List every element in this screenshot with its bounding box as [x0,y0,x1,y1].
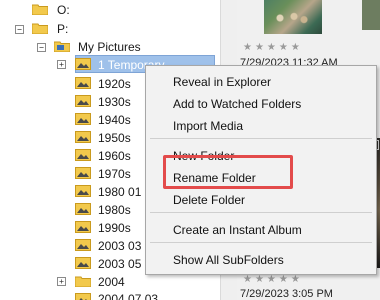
image-folder-icon [75,58,91,70]
tree-item-folder[interactable]: 1990s [98,221,131,235]
image-folder-icon [75,95,91,107]
image-folder-icon [75,239,91,251]
collapse-icon[interactable]: − [37,43,46,52]
tree-item-folder[interactable]: 1930s [98,95,131,109]
collapse-icon[interactable]: − [15,25,24,34]
folder-icon [32,3,48,15]
photo-date: 7/29/2023 3:05 PM [240,288,333,300]
menu-separator [150,242,372,243]
pictures-folder-icon [54,40,70,52]
image-folder-icon [75,167,91,179]
context-menu: Reveal in Explorer Add to Watched Folder… [145,65,377,275]
tree-item-folder[interactable]: 1940s [98,113,131,127]
menu-separator [150,212,372,213]
image-folder-icon [75,77,91,89]
tree-item-folder[interactable]: 1970s [98,167,131,181]
image-folder-icon [75,113,91,125]
menu-item-delete-folder[interactable]: Delete Folder [173,193,245,207]
menu-item-import-media[interactable]: Import Media [173,119,243,133]
expand-icon[interactable]: + [57,277,66,286]
menu-item-add-to-watched-folders[interactable]: Add to Watched Folders [173,97,301,111]
expand-icon[interactable]: + [57,60,66,69]
image-folder-icon [75,221,91,233]
image-folder-icon [75,131,91,143]
annotation-highlight-box [163,155,293,189]
tree-item-folder[interactable]: 1950s [98,131,131,145]
tree-item-folder[interactable]: 2003 03 [98,239,141,253]
image-folder-icon [75,149,91,161]
photo-detail [272,10,312,26]
folder-icon [32,22,48,34]
image-folder-icon [75,185,91,197]
rating-stars[interactable]: ★★★★★ [243,274,303,285]
tree-item-folder[interactable]: 1980s [98,203,131,217]
menu-item-create-instant-album[interactable]: Create an Instant Album [173,223,302,237]
tree-item-drive-p[interactable]: P: [57,22,68,36]
tree-item-folder[interactable]: 2003 05 [98,257,141,271]
photo-thumbnail[interactable] [362,0,380,30]
menu-item-show-all-subfolders[interactable]: Show All SubFolders [173,253,284,267]
menu-item-reveal-in-explorer[interactable]: Reveal in Explorer [173,75,271,89]
tree-item-folder[interactable]: 2004 07 03 [98,292,158,300]
rating-stars[interactable]: ★★★★★ [243,42,303,53]
tree-item-folder[interactable]: 1980 01 [98,185,141,199]
menu-separator [150,138,372,139]
image-folder-icon [75,203,91,215]
tree-item-folder[interactable]: 2004 [98,275,125,289]
image-folder-icon [75,257,91,269]
tree-item-my-pictures[interactable]: My Pictures [78,40,141,54]
tree-item-drive-o[interactable]: O: [57,3,70,17]
image-folder-icon [75,293,91,300]
tree-item-folder[interactable]: 1920s [98,77,131,91]
tree-item-folder[interactable]: 1960s [98,149,131,163]
folder-icon [75,275,91,287]
